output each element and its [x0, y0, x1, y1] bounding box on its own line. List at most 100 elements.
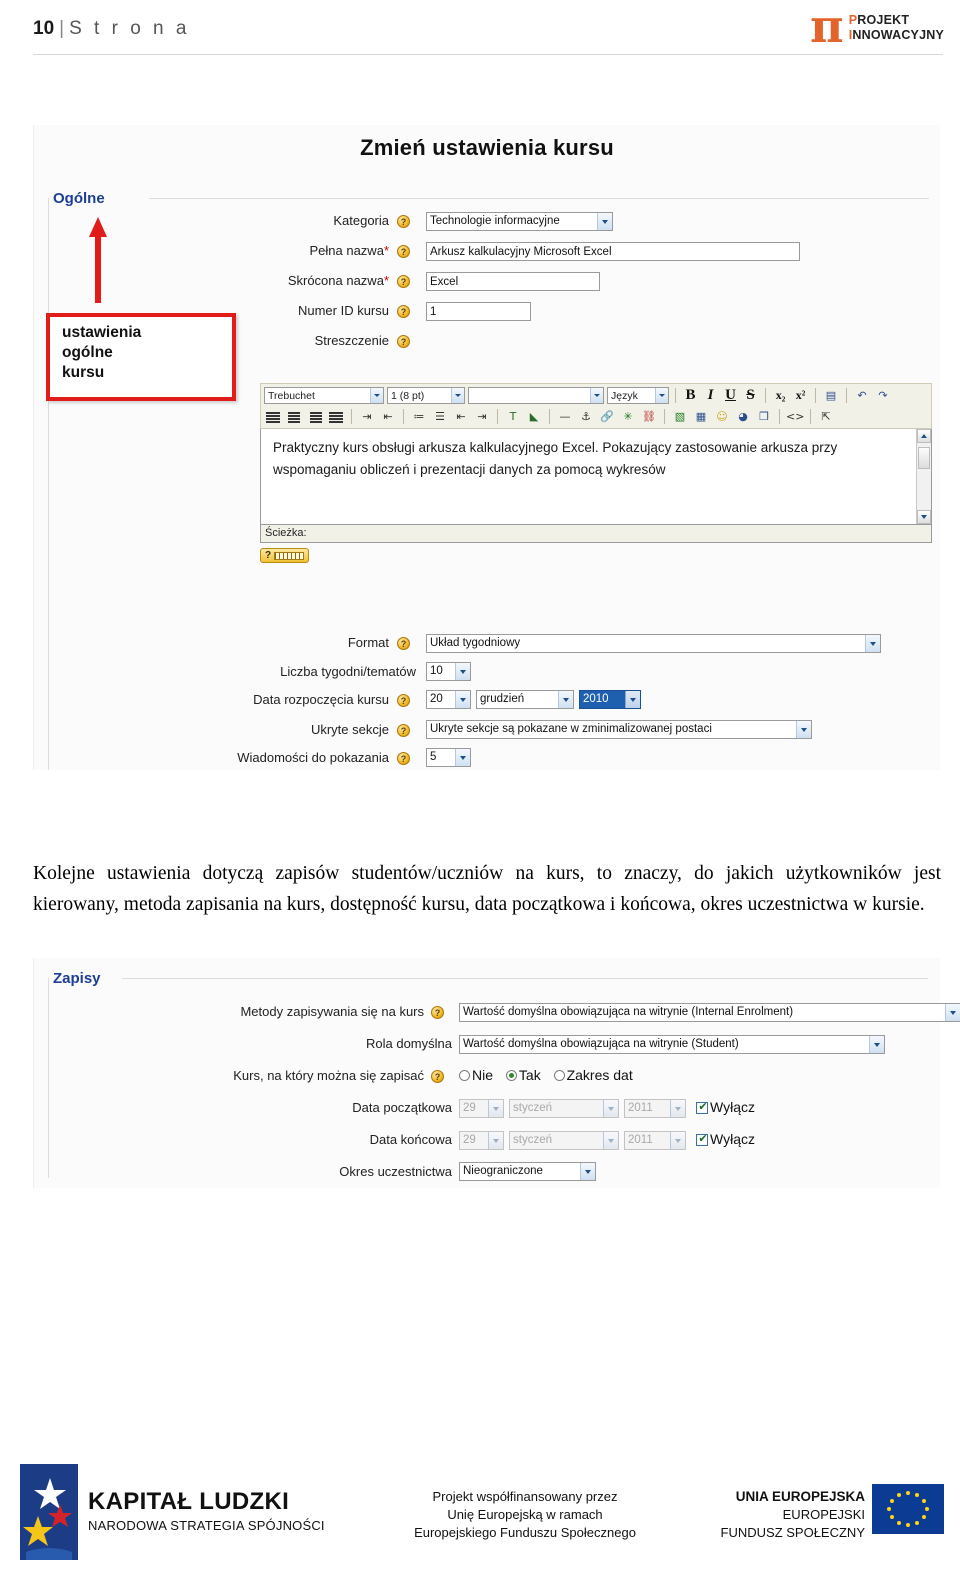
ordered-list-icon[interactable]: ≔: [410, 408, 428, 425]
checkbox-enrol-end-disable[interactable]: Wyłącz: [696, 1131, 755, 1147]
input-fullname[interactable]: Arkusz kalkulacyjny Microsoft Excel: [426, 242, 800, 261]
help-icon-fullname[interactable]: ?: [397, 245, 410, 258]
scroll-down-icon[interactable]: [917, 510, 931, 524]
select-start-day[interactable]: 20: [426, 690, 471, 709]
help-icon-shortname[interactable]: ?: [397, 275, 410, 288]
outdent-icon[interactable]: ⇤: [452, 408, 470, 425]
underline-button[interactable]: U: [722, 387, 739, 404]
kapital-ludzki-wordmark: KAPITAŁ LUDZKI NARODOWA STRATEGIA SPÓJNO…: [88, 1488, 325, 1533]
fieldset-legend-general[interactable]: Ogólne: [48, 190, 110, 207]
checkbox-icon: [696, 1100, 709, 1114]
source-code-icon[interactable]: <>: [786, 408, 804, 425]
help-icon-format[interactable]: ?: [397, 637, 410, 650]
brand-line-innowacyjny: INNOWACYJNY: [848, 28, 944, 42]
summary-text: Praktyczny kurs obsługi arkusza kalkulac…: [273, 440, 838, 477]
label-number-of-weeks: Liczba tygodni/tematów: [280, 664, 416, 679]
eu-line-2: EUROPEJSKI: [782, 1507, 865, 1523]
select-enrol-start-day[interactable]: 29: [459, 1099, 504, 1118]
help-icon-enrolment-methods[interactable]: ?: [431, 1006, 444, 1019]
editor-scrollbar[interactable]: [916, 429, 931, 524]
select-start-month[interactable]: grudzień: [476, 690, 574, 709]
label-id-number: Numer ID kursu: [297, 303, 389, 318]
help-icon-hidden-sections[interactable]: ?: [397, 724, 410, 737]
unlink-icon[interactable]: ✳: [619, 408, 637, 425]
input-id-number[interactable]: 1: [426, 302, 531, 321]
undo-icon[interactable]: ↶: [853, 387, 871, 404]
unordered-list-icon[interactable]: ☰: [431, 408, 449, 425]
insert-attachment-icon[interactable]: ❒: [755, 408, 773, 425]
fieldset-rule-left: [48, 978, 49, 1178]
cofinancing-line-3: Europejskiego Funduszu Społecznego: [414, 1524, 636, 1540]
radio-enrolable-no[interactable]: Nie: [459, 1067, 493, 1083]
help-icon-news-items[interactable]: ?: [397, 752, 410, 765]
remove-link-icon[interactable]: ⛓: [640, 408, 658, 425]
direction-rtl-icon[interactable]: ⇤: [379, 408, 397, 425]
checkbox-enrol-start-disable[interactable]: Wyłącz: [696, 1099, 755, 1115]
cofinancing-note: Projekt współfinansowany przez Unię Euro…: [400, 1488, 650, 1542]
editor-toolbar-row-1: Trebuchet 1 (8 pt) Język B I U S x₂ x² ▤…: [264, 386, 928, 405]
background-color-icon[interactable]: ◣: [525, 408, 543, 425]
help-icon-enrolable[interactable]: ?: [431, 1070, 444, 1083]
fieldset-rule: [122, 978, 928, 979]
bold-button[interactable]: B: [682, 387, 699, 404]
indent-icon[interactable]: ⇥: [473, 408, 491, 425]
subscript-button[interactable]: x₂: [772, 388, 789, 403]
select-start-year[interactable]: 2010: [579, 690, 641, 709]
page-folio: 10 | S t r o n a: [33, 18, 190, 40]
select-category[interactable]: Technologie informacyjne: [426, 212, 613, 231]
select-enrol-end-month[interactable]: styczeń: [509, 1131, 619, 1150]
label-hidden-sections: Ukryte sekcje: [310, 722, 389, 737]
superscript-button[interactable]: x²: [792, 388, 809, 403]
align-justify-icon[interactable]: [327, 408, 345, 425]
font-color-icon[interactable]: T: [504, 408, 522, 425]
select-paragraph-style[interactable]: [468, 387, 604, 404]
insert-image-icon[interactable]: ▧: [671, 408, 689, 425]
italic-button[interactable]: I: [702, 387, 719, 404]
input-shortname[interactable]: Excel: [426, 272, 600, 291]
select-font-family[interactable]: Trebuchet: [264, 387, 384, 404]
chevron-down-icon: [455, 749, 470, 766]
anchor-icon[interactable]: ⚓: [577, 408, 595, 425]
horizontal-rule-icon[interactable]: —: [556, 408, 574, 425]
select-number-of-weeks[interactable]: 10: [426, 662, 471, 681]
strikethrough-button[interactable]: S: [742, 387, 759, 404]
scrollbar-thumb[interactable]: [918, 447, 930, 469]
select-format[interactable]: Układ tygodniowy: [426, 634, 881, 653]
help-icon-category[interactable]: ?: [397, 215, 410, 228]
select-enrolment-period[interactable]: Nieograniczone: [459, 1162, 596, 1181]
editor-help-button[interactable]: ?: [260, 548, 310, 563]
summary-textarea[interactable]: Praktyczny kurs obsługi arkusza kalkulac…: [260, 429, 932, 525]
toolbar-separator: [549, 409, 550, 424]
insert-link-icon[interactable]: 🔗: [598, 408, 616, 425]
select-default-role[interactable]: Wartość domyślna obowiązująca na witryni…: [459, 1035, 885, 1054]
select-enrol-start-month[interactable]: styczeń: [509, 1099, 619, 1118]
select-font-size[interactable]: 1 (8 pt): [387, 387, 465, 404]
select-language[interactable]: Język: [607, 387, 669, 404]
clean-html-icon[interactable]: ▤: [822, 387, 840, 404]
fullscreen-icon[interactable]: ⇱: [817, 408, 835, 425]
fieldset-legend-enrolments[interactable]: Zapisy: [48, 970, 106, 987]
select-news-items[interactable]: 5: [426, 748, 471, 767]
select-enrol-end-year[interactable]: 2011: [624, 1131, 686, 1150]
select-enrolment-methods[interactable]: Wartość domyślna obowiązująca na witryni…: [459, 1003, 960, 1022]
align-right-icon[interactable]: [306, 408, 324, 425]
insert-media-icon[interactable]: ◕: [734, 408, 752, 425]
direction-ltr-icon[interactable]: ⇥: [358, 408, 376, 425]
align-center-icon[interactable]: [285, 408, 303, 425]
radio-enrolable-yes[interactable]: Tak: [505, 1067, 541, 1083]
chevron-down-icon: [945, 1004, 960, 1021]
select-enrol-start-year[interactable]: 2011: [624, 1099, 686, 1118]
radio-enrolable-date-range[interactable]: Zakres dat: [553, 1067, 633, 1083]
toolbar-separator: [779, 409, 780, 424]
align-left-icon[interactable]: [264, 408, 282, 425]
insert-table-icon[interactable]: ▦: [692, 408, 710, 425]
label-enrolment-period: Okres uczestnictwa: [339, 1164, 452, 1179]
help-icon-id-number[interactable]: ?: [397, 305, 410, 318]
select-enrol-end-day[interactable]: 29: [459, 1131, 504, 1150]
select-hidden-sections[interactable]: Ukryte sekcje są pokazane w zminimalizow…: [426, 720, 812, 739]
help-icon-course-start-date[interactable]: ?: [397, 694, 410, 707]
help-icon-summary[interactable]: ?: [397, 335, 410, 348]
redo-icon[interactable]: ↷: [874, 387, 892, 404]
scroll-up-icon[interactable]: [917, 429, 931, 443]
insert-emoticon-icon[interactable]: ☺: [713, 408, 731, 425]
